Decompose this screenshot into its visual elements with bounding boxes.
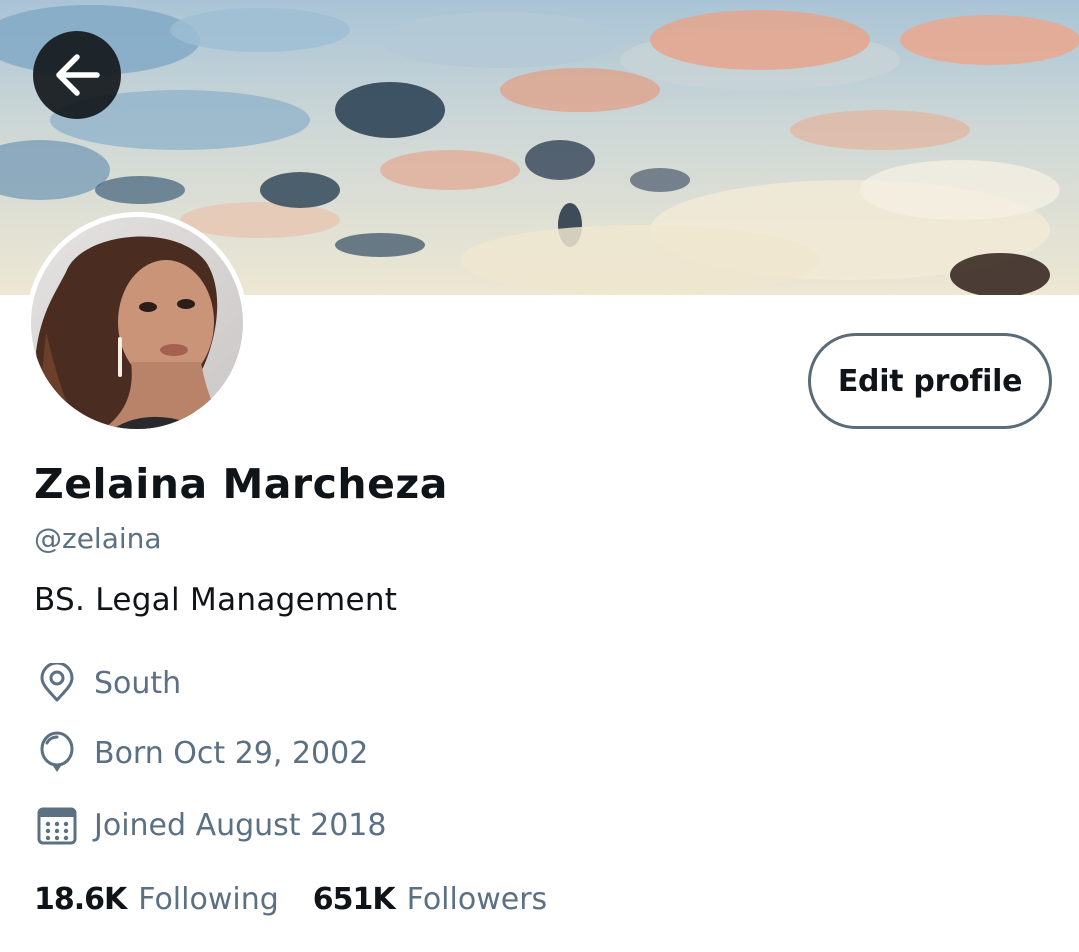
following-link[interactable]: 18.6K Following (34, 882, 279, 917)
birthday-text: Born Oct 29, 2002 (94, 735, 369, 771)
birthday-row: Born Oct 29, 2002 (34, 730, 368, 776)
avatar[interactable] (26, 212, 248, 434)
location-pin-icon (34, 660, 80, 706)
balloon-icon (34, 730, 80, 776)
followers-label: Followers (406, 882, 548, 917)
calendar-icon (34, 802, 80, 848)
location-row: South (34, 660, 181, 706)
edit-profile-button[interactable]: Edit profile (808, 333, 1052, 429)
profile-page: Edit profile Zelaina Marcheza @zelaina B… (0, 0, 1079, 952)
followers-count: 651K (312, 882, 396, 917)
location-text: South (94, 665, 182, 701)
user-handle: @zelaina (34, 522, 162, 555)
joined-row: Joined August 2018 (34, 802, 386, 848)
display-name: Zelaina Marcheza (34, 460, 448, 508)
followers-link[interactable]: 651K Followers (313, 882, 547, 917)
follow-stats: 18.6K Following 651K Followers (34, 882, 581, 917)
profile-bio: BS. Legal Management (34, 582, 398, 618)
avatar-photo (26, 212, 248, 434)
following-count: 18.6K (34, 882, 127, 917)
back-button[interactable] (33, 31, 121, 119)
following-label: Following (138, 882, 279, 917)
arrow-left-icon (56, 54, 100, 96)
joined-text: Joined August 2018 (94, 807, 387, 843)
